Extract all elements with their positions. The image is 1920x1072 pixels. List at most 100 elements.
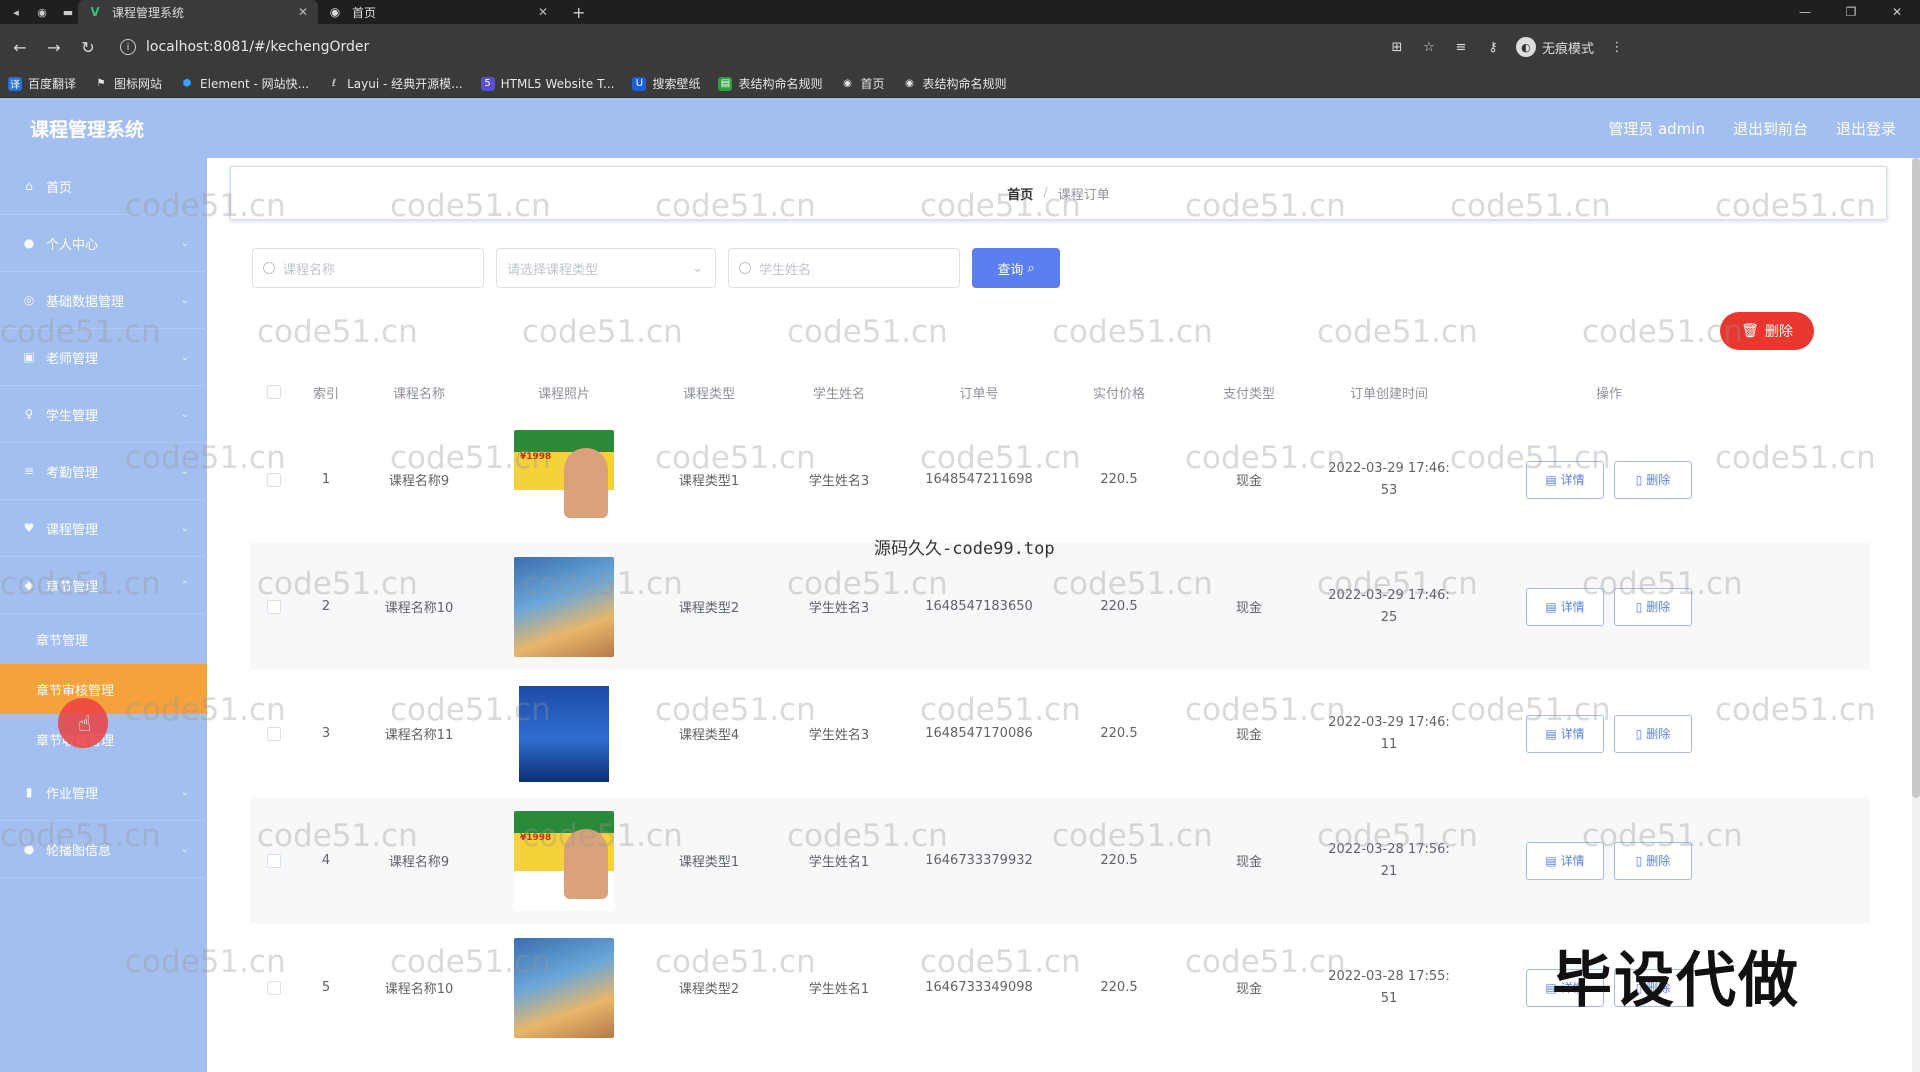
profile-button[interactable]: ◐ 无痕模式 — [1515, 37, 1594, 57]
bulk-delete-button[interactable]: 🗑 删除 — [1720, 312, 1814, 350]
breadcrumb-home[interactable]: 首页 — [1007, 184, 1033, 203]
header-pay-type: 支付类型 — [1222, 386, 1275, 402]
query-button[interactable]: 查询 ⌕ — [972, 248, 1060, 288]
back-icon[interactable]: ← — [6, 33, 34, 61]
breadcrumb: 首页 / 课程订单 — [230, 166, 1887, 220]
cell-order-no: 1646733379932 — [925, 853, 1033, 868]
close-tab-icon[interactable]: ✕ — [298, 5, 308, 19]
list-icon: ≡ — [23, 464, 35, 478]
audio-icon[interactable]: ◂ — [6, 0, 26, 24]
browser-tab-bar: ◂ ◉ ▬ V 课程管理系统 ✕ ◉ 首页 ✕ + — ❐ ✕ — [0, 0, 1920, 24]
detail-button[interactable]: ▤ 详情 — [1526, 587, 1604, 626]
address-bar: ← → ↻ i localhost:8081/#/kechengOrder ⊞ … — [0, 24, 1920, 70]
close-window-icon[interactable]: ✕ — [1874, 0, 1920, 24]
header-actions: 操作 — [1595, 386, 1622, 402]
close-tab-icon[interactable]: ✕ — [538, 5, 548, 19]
reading-list-icon[interactable]: ≡ — [1452, 38, 1470, 56]
bookmark[interactable]: 5 HTML5 Website T... — [480, 76, 614, 91]
sidebar-item-chapters[interactable]: ◆ 章节管理 ⌃ — [0, 557, 207, 614]
globe-icon: ◉ — [905, 78, 914, 89]
cell-pay-type: 现金 — [1235, 855, 1262, 870]
detail-button[interactable]: ▤ 详情 — [1526, 841, 1604, 880]
delete-button[interactable]: ▯ 删除 — [1614, 714, 1692, 753]
bookmark[interactable]: U 搜索壁纸 — [632, 75, 700, 92]
sidebar-item-teachers[interactable]: ▣ 老师管理 ⌄ — [0, 329, 207, 386]
app-title: 课程管理系统 — [30, 118, 145, 141]
cell-course-name: 课程名称10 — [384, 601, 454, 616]
sidebar-item-students[interactable]: ♀ 学生管理 ⌄ — [0, 386, 207, 443]
sidebar-item-profile[interactable]: ● 个人中心 ⌄ — [0, 215, 207, 272]
forward-icon[interactable]: → — [40, 33, 68, 61]
cell-price: 220.5 — [1100, 853, 1138, 868]
course-photo — [514, 937, 614, 1038]
info-icon[interactable]: i — [120, 39, 136, 55]
reload-icon[interactable]: ↻ — [74, 33, 102, 61]
bookmark[interactable]: ⚑ 图标网站 — [94, 75, 163, 92]
chevron-down-icon: ⌄ — [180, 786, 189, 798]
row-checkbox[interactable] — [267, 726, 281, 741]
cell-price: 220.5 — [1100, 726, 1138, 741]
sidebar-item-base-data[interactable]: ◎ 基础数据管理 ⌄ — [0, 272, 207, 329]
new-tab-icon[interactable]: + — [572, 3, 585, 22]
delete-button[interactable]: ▯ 删除 — [1614, 587, 1692, 626]
key-icon[interactable]: ⚷ — [1484, 38, 1502, 56]
page-scrollbar[interactable] — [1912, 158, 1920, 1072]
browser-tab-active[interactable]: V 课程管理系统 ✕ — [78, 0, 318, 24]
cell-course-name: 课程名称10 — [384, 982, 454, 997]
table-row: 4 课程名称9 ¥1998 课程类型1 学生姓名1 1646733379932 … — [250, 797, 1870, 924]
book-price-text: ¥1998 — [520, 451, 552, 462]
logout-link[interactable]: 退出登录 — [1836, 118, 1896, 139]
sidebar-item-carousel[interactable]: ● 轮播图信息 ⌄ — [0, 821, 207, 878]
bookmark[interactable]: 译百度翻译 — [8, 75, 76, 92]
cell-created-time: 2022-03-28 17:55: 51 — [1328, 968, 1450, 1006]
tab-strip-icon[interactable]: ▬ — [58, 0, 78, 24]
scrollbar-thumb[interactable] — [1912, 158, 1920, 798]
bookmark[interactable]: ◉ 首页 — [840, 75, 884, 92]
delete-button[interactable]: ▯ 删除 — [1614, 460, 1692, 499]
trash-icon: ▯ — [1635, 726, 1643, 741]
sidebar-item-courses[interactable]: ♥ 课程管理 ⌄ — [0, 500, 207, 557]
row-checkbox[interactable] — [267, 980, 281, 995]
row-checkbox[interactable] — [267, 472, 281, 487]
row-checkbox[interactable] — [267, 599, 281, 614]
bookmark[interactable]: ▤ 表结构命名规则 — [718, 75, 822, 92]
detail-button[interactable]: ▤ 详情 — [1526, 714, 1604, 753]
cell-index: 1 — [321, 472, 331, 487]
image-icon: ● — [23, 842, 35, 856]
sidebar-item-homework[interactable]: ▮ 作业管理 ⌄ — [0, 764, 207, 821]
trash-icon: ▯ — [1635, 853, 1643, 868]
teacher-icon: ▣ — [23, 350, 35, 364]
sidebar-subitem-chapter-review[interactable]: 章节审核管理 — [0, 664, 207, 714]
table-header: 索引 课程名称 课程照片 课程类型 学生姓名 订单号 实付价格 支付类型 订单创… — [250, 368, 1870, 416]
row-checkbox[interactable] — [267, 853, 281, 868]
cell-index: 2 — [321, 599, 331, 614]
globe-icon: ◉ — [329, 5, 341, 19]
course-name-input[interactable]: 课程名称 — [252, 248, 484, 288]
globe-icon[interactable]: ◉ — [32, 0, 52, 24]
bookmark[interactable]: ℓ Layui - 经典开源模... — [327, 75, 463, 92]
bookmark[interactable]: ◉ 表结构命名规则 — [903, 75, 1006, 92]
cell-course-type: 课程类型4 — [678, 728, 740, 743]
menu-icon[interactable]: ⋮ — [1608, 38, 1626, 56]
url-input[interactable]: i localhost:8081/#/kechengOrder ⊞ ☆ ≡ ⚷ … — [112, 31, 1642, 63]
student-name-input[interactable]: 学生姓名 — [728, 248, 960, 288]
star-icon[interactable]: ☆ — [1420, 38, 1438, 56]
back-to-front-link[interactable]: 退出到前台 — [1733, 118, 1808, 139]
translate-icon[interactable]: ⊞ — [1388, 38, 1406, 56]
browser-tab[interactable]: ◉ 首页 ✕ — [318, 0, 558, 24]
sidebar-subitem-chapter-manage[interactable]: 章节管理 — [0, 614, 207, 664]
bookmark[interactable]: ⬢ Element - 网站快... — [180, 75, 309, 92]
doc-icon: ▤ — [1545, 726, 1557, 741]
sidebar-item-attendance[interactable]: ≡ 考勤管理 ⌄ — [0, 443, 207, 500]
minimize-icon[interactable]: — — [1782, 0, 1828, 24]
detail-button[interactable]: ▤ 详情 — [1526, 460, 1604, 499]
restore-icon[interactable]: ❐ — [1828, 0, 1874, 24]
delete-button[interactable]: ▯ 删除 — [1614, 841, 1692, 880]
course-type-select[interactable]: 请选择课程类型 ⌄ — [496, 248, 716, 288]
element-icon: ⬢ — [182, 78, 192, 89]
sheet-icon: ▤ — [718, 76, 733, 91]
select-all-checkbox[interactable] — [267, 385, 281, 399]
sidebar-item-home[interactable]: ⌂ 首页 — [0, 158, 207, 215]
book-icon: ♥ — [23, 521, 35, 535]
user-icon: ● — [23, 236, 35, 250]
